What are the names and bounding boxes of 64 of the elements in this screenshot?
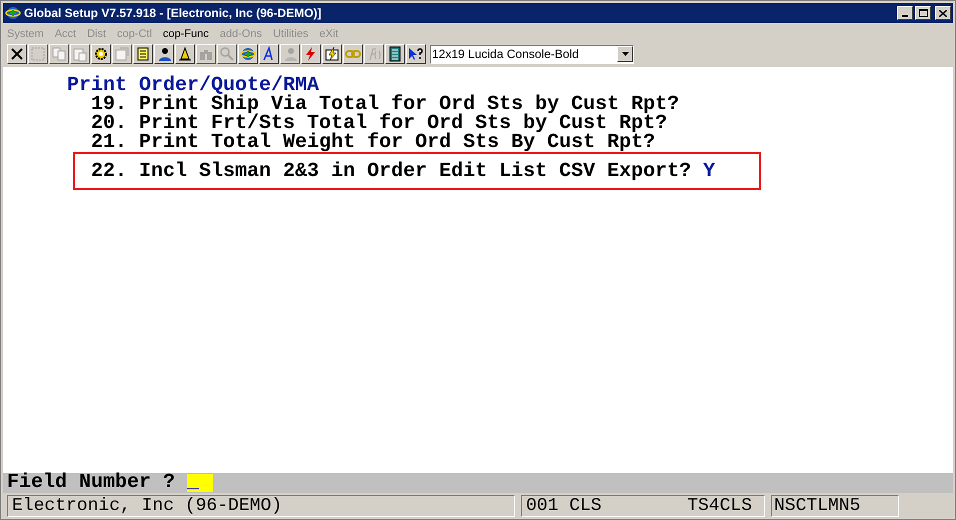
dropdown-arrow-icon [622, 52, 628, 56]
menu-item[interactable]: Dist [87, 26, 106, 42]
globe-icon [240, 46, 256, 62]
calculator-icon [387, 46, 403, 62]
globe-icon [5, 5, 21, 21]
menu-item[interactable]: cop-Ctl [117, 26, 152, 42]
help-pointer-icon [408, 46, 424, 62]
status-program: NSCTLMN5 [771, 495, 899, 517]
window-title: Global Setup V7.57.918 - [Electronic, Inc (96-DEMO)] [24, 5, 322, 22]
toolbar-button[interactable] [49, 44, 69, 64]
maximize-icon [918, 9, 928, 17]
toolbar-button[interactable] [364, 44, 384, 64]
person-icon [282, 46, 298, 62]
selection-icon [30, 46, 46, 62]
maximize-button[interactable] [915, 6, 931, 20]
input-field[interactable]: _ [187, 474, 214, 492]
toolbar-button[interactable] [70, 44, 90, 64]
field-value: Y [703, 162, 716, 180]
toolbar-button[interactable] [217, 44, 237, 64]
copy-icon [51, 46, 67, 62]
menu-item[interactable]: Acct [54, 26, 76, 42]
paste-icon [72, 46, 88, 62]
toolbar-button[interactable] [7, 44, 27, 64]
search-icon [219, 46, 235, 62]
section-heading: Print Order/Quote/RMA [66, 76, 320, 95]
field-prompt: 21. Print Total Weight for Ord Sts By Cust Rpt? [91, 133, 656, 152]
toolbar-button[interactable] [259, 44, 279, 64]
toolbar-button[interactable] [301, 44, 321, 64]
notepad-icon [135, 46, 151, 62]
toolbar-button[interactable] [280, 44, 300, 64]
minimize-icon [902, 15, 908, 17]
gear-icon [93, 46, 109, 62]
minimize-button[interactable] [897, 6, 913, 20]
field-prompt: 20. Print Frt/Sts Total for Ord Sts by Cust Rpt? [91, 114, 668, 133]
document-icon [114, 46, 130, 62]
field-prompt: 19. Print Ship Via Total for Ord Sts by Cust Rpt? [91, 95, 680, 114]
toolbar-button[interactable] [133, 44, 153, 64]
lightning-document-icon [324, 46, 340, 62]
person-icon [156, 46, 172, 62]
menu-item[interactable]: Utilities [272, 26, 308, 42]
toolbar-button[interactable] [238, 44, 258, 64]
toolbar-button[interactable] [154, 44, 174, 64]
prompt-label: Field Number ? [7, 470, 176, 496]
menu-item[interactable]: cop-Func [162, 26, 209, 42]
toolbar-button[interactable] [343, 44, 363, 64]
close-icon [939, 10, 947, 16]
toolbar-button[interactable] [91, 44, 111, 64]
close-icon [9, 46, 25, 62]
toolbar-button[interactable] [322, 44, 342, 64]
toolbar-button[interactable] [112, 44, 132, 64]
toolbar-button[interactable] [175, 44, 195, 64]
toolbar-button[interactable] [196, 44, 216, 64]
font-dropdown[interactable]: 12x19 Lucida Console-Bold [430, 44, 634, 64]
close-button[interactable] [935, 6, 951, 20]
menu-item[interactable]: System [7, 26, 44, 42]
status-company: Electronic, Inc (96-DEMO) [7, 495, 515, 517]
status-terminal: TS4CLS [687, 496, 752, 516]
menu-item[interactable]: add-Ons [220, 26, 262, 42]
toolbar-button[interactable] [28, 44, 48, 64]
menu-item[interactable]: eXit [319, 26, 338, 42]
toolbar-button[interactable] [385, 44, 405, 64]
toolbar-button[interactable] [406, 44, 426, 64]
field-prompt: 22. Incl Slsman 2&3 in Order Edit List CSV Export? [91, 162, 692, 180]
status-code: 001 CLS [526, 496, 602, 516]
